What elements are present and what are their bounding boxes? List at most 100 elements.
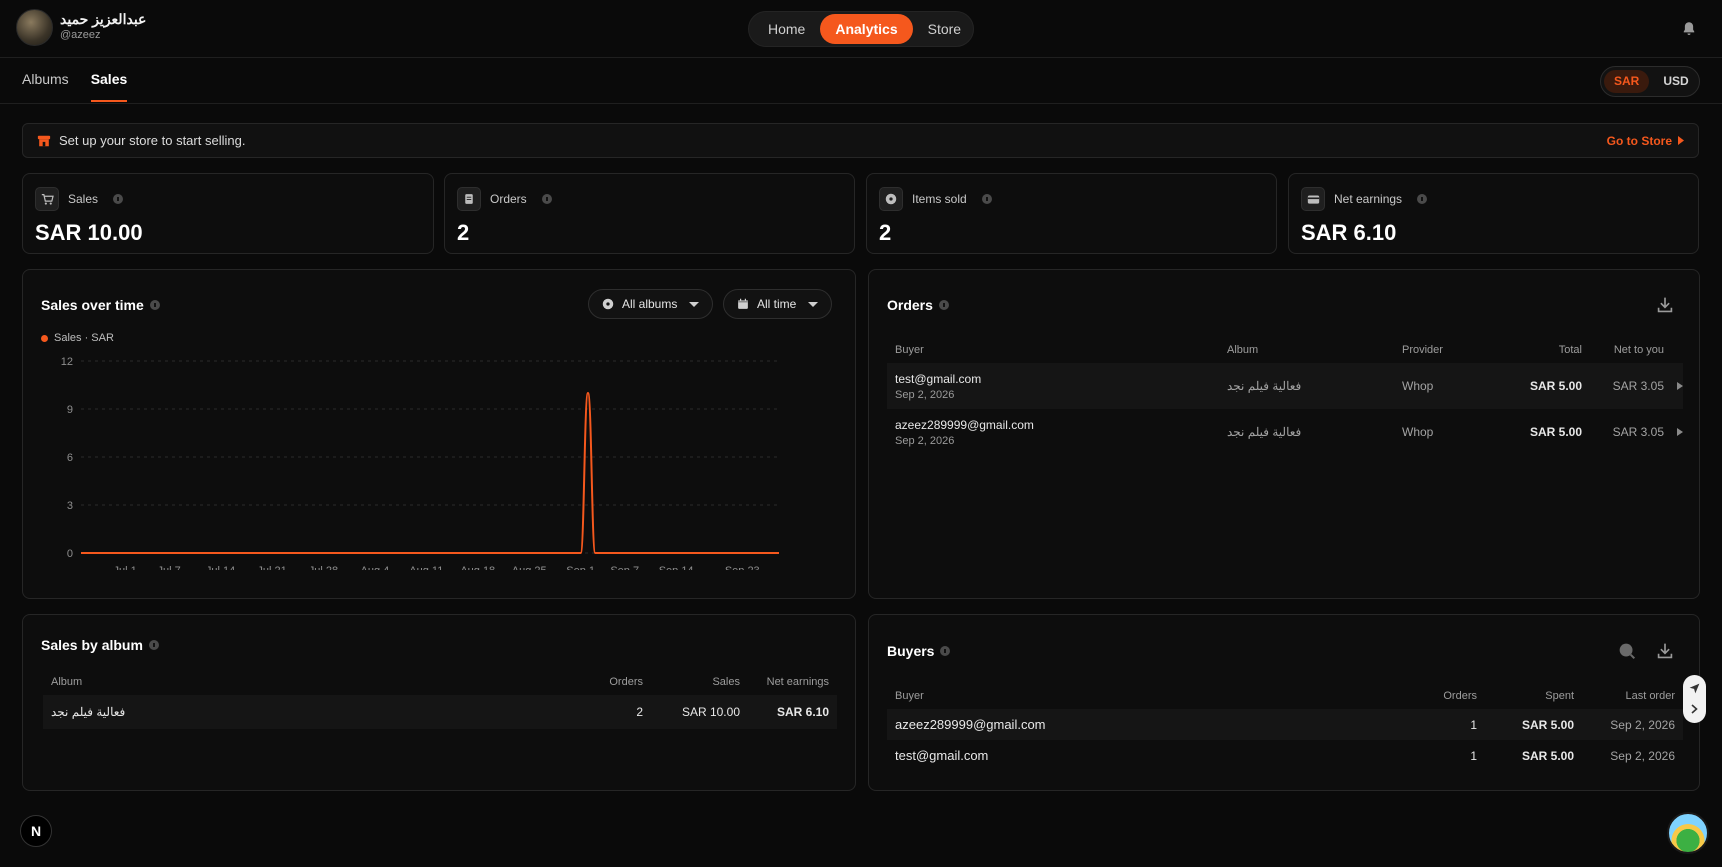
x-tick-label: Aug 18	[460, 565, 495, 570]
assistant-avatar[interactable]	[1667, 812, 1709, 854]
stat-card-items-sold: Items sold 2	[866, 173, 1277, 254]
legend-dot	[41, 334, 48, 342]
stat-label: Net earnings	[1334, 192, 1403, 206]
buyer-last-order: Sep 2, 2026	[1610, 748, 1675, 763]
caret-right-icon	[1678, 136, 1684, 145]
x-tick-label: Sep 14	[659, 565, 694, 570]
go-to-store-link[interactable]: Go to Store	[1607, 134, 1684, 148]
info-icon[interactable]	[1417, 194, 1428, 204]
cart-icon	[35, 187, 59, 211]
tab-sales[interactable]: Sales	[90, 71, 128, 102]
nav-home[interactable]: Home	[753, 14, 820, 44]
y-tick-label: 0	[67, 548, 73, 560]
avatar[interactable]	[16, 9, 53, 46]
album-filter-dropdown[interactable]: All albums	[588, 289, 714, 319]
chevron-right-icon[interactable]	[1677, 428, 1683, 436]
dev-badge[interactable]: N	[20, 815, 52, 847]
section-title: Orders	[887, 297, 933, 313]
buyer-orders: 1	[1367, 709, 1477, 740]
info-icon[interactable]	[113, 194, 124, 204]
info-icon[interactable]	[940, 646, 951, 656]
x-tick-label: Jul 14	[206, 565, 235, 570]
download-icon[interactable]	[1654, 294, 1676, 316]
download-icon[interactable]	[1654, 640, 1676, 662]
stat-value: 2	[879, 220, 892, 245]
buyers-card: Buyers Buyer Orders Spent Last order aze…	[868, 614, 1700, 791]
nav-store[interactable]: Store	[913, 14, 976, 44]
stat-value: 2	[457, 220, 470, 245]
bell-icon[interactable]	[1680, 20, 1698, 38]
tab-albums[interactable]: Albums	[22, 71, 69, 102]
table-row[interactable]: azeez289999@gmail.com Sep 2, 2026 فعالية …	[887, 409, 1683, 455]
table-row[interactable]: test@gmail.com 1 SAR 5.00 Sep 2, 2026	[887, 740, 1683, 771]
provider: Whop	[1402, 425, 1434, 439]
info-icon[interactable]	[148, 640, 159, 650]
section-title: Sales by album	[41, 637, 143, 653]
chart-legend: Sales · SAR	[41, 332, 114, 344]
table-row[interactable]: فعالية فيلم نجد 2 SAR 10.00 SAR 6.10	[43, 695, 837, 729]
album-name: فعالية فيلم نجد	[1227, 363, 1402, 409]
x-tick-label: Aug 11	[409, 565, 443, 570]
store-setup-banner: Set up your store to start selling. Go t…	[22, 123, 1699, 158]
album-sales: SAR 10.00	[643, 695, 740, 729]
buyer-spent: SAR 5.00	[1521, 748, 1574, 763]
buyer-orders: 1	[1470, 748, 1477, 763]
info-icon[interactable]	[938, 300, 949, 310]
search-icon[interactable]	[1616, 640, 1638, 662]
currency-usd[interactable]: USD	[1653, 70, 1698, 93]
buyer-spent: SAR 5.00	[1477, 709, 1574, 740]
disc-icon	[602, 298, 614, 310]
album-net: SAR 6.10	[740, 695, 837, 729]
x-tick-label: Aug 4	[361, 565, 390, 570]
order-date: Sep 2, 2026	[895, 388, 955, 401]
chevron-right-icon[interactable]	[1691, 704, 1698, 714]
x-tick-label: Jul 28	[309, 565, 338, 570]
go-to-store-label: Go to Store	[1606, 133, 1672, 148]
time-filter-dropdown[interactable]: All time	[723, 289, 833, 319]
album-name: فعالية فيلم نجد	[43, 695, 553, 729]
receipt-icon	[457, 187, 481, 211]
order-net: SAR 3.05	[1582, 363, 1664, 409]
x-tick-label: Aug 25	[512, 565, 547, 570]
orders-table: Buyer Album Provider Total Net to you te…	[887, 337, 1683, 455]
currency-toggle: SAR USD	[1600, 66, 1700, 97]
stat-label: Items sold	[912, 192, 967, 206]
buyer-email: test@gmail.com	[895, 748, 989, 763]
order-total: SAR 5.00	[1482, 363, 1582, 409]
buyer-last-order: Sep 2, 2026	[1574, 709, 1683, 740]
info-icon[interactable]	[541, 194, 552, 204]
banner-text: Set up your store to start selling.	[59, 133, 246, 148]
stat-card-orders: Orders 2	[444, 173, 855, 254]
x-tick-label: Sep 23	[725, 565, 760, 570]
user-name: عبدالعزيز حميد	[60, 11, 147, 27]
col-header: Last order	[1625, 690, 1675, 702]
col-header: Provider	[1402, 344, 1443, 356]
floating-toolbar	[1683, 675, 1706, 723]
chevron-right-icon[interactable]	[1677, 382, 1683, 390]
y-tick-label: 3	[67, 500, 73, 512]
info-icon[interactable]	[981, 194, 992, 204]
wallet-icon	[1301, 187, 1325, 211]
sales-by-album-table: Album Orders Sales Net earnings فعالية ف…	[43, 669, 837, 729]
chevron-down-icon	[689, 301, 700, 307]
orders-card: Orders Buyer Album Provider Total Net to…	[868, 269, 1700, 599]
buyer-email: azeez289999@gmail.com	[887, 709, 1367, 740]
user-handle: @azeez	[60, 29, 101, 41]
info-icon[interactable]	[149, 300, 160, 310]
album-name: فعالية فيلم نجد	[1227, 425, 1302, 439]
col-header: Buyer	[895, 690, 924, 702]
col-header: Total	[1558, 344, 1582, 356]
currency-sar[interactable]: SAR	[1604, 70, 1650, 93]
x-tick-label: Sep 1	[566, 565, 595, 570]
section-title: Buyers	[887, 643, 935, 659]
time-filter-value: All time	[757, 297, 797, 311]
calendar-icon	[738, 298, 748, 309]
table-row[interactable]: azeez289999@gmail.com 1 SAR 5.00 Sep 2, …	[887, 709, 1683, 740]
table-row[interactable]: test@gmail.com Sep 2, 2026 فعالية فيلم نج…	[887, 363, 1683, 409]
navigate-icon[interactable]	[1688, 682, 1701, 695]
col-header: Buyer	[895, 344, 924, 356]
nav-analytics[interactable]: Analytics	[820, 14, 913, 44]
section-title: Sales over time	[41, 297, 144, 313]
x-tick-label: Jul 1	[113, 565, 136, 570]
col-header: Net earnings	[766, 676, 829, 688]
